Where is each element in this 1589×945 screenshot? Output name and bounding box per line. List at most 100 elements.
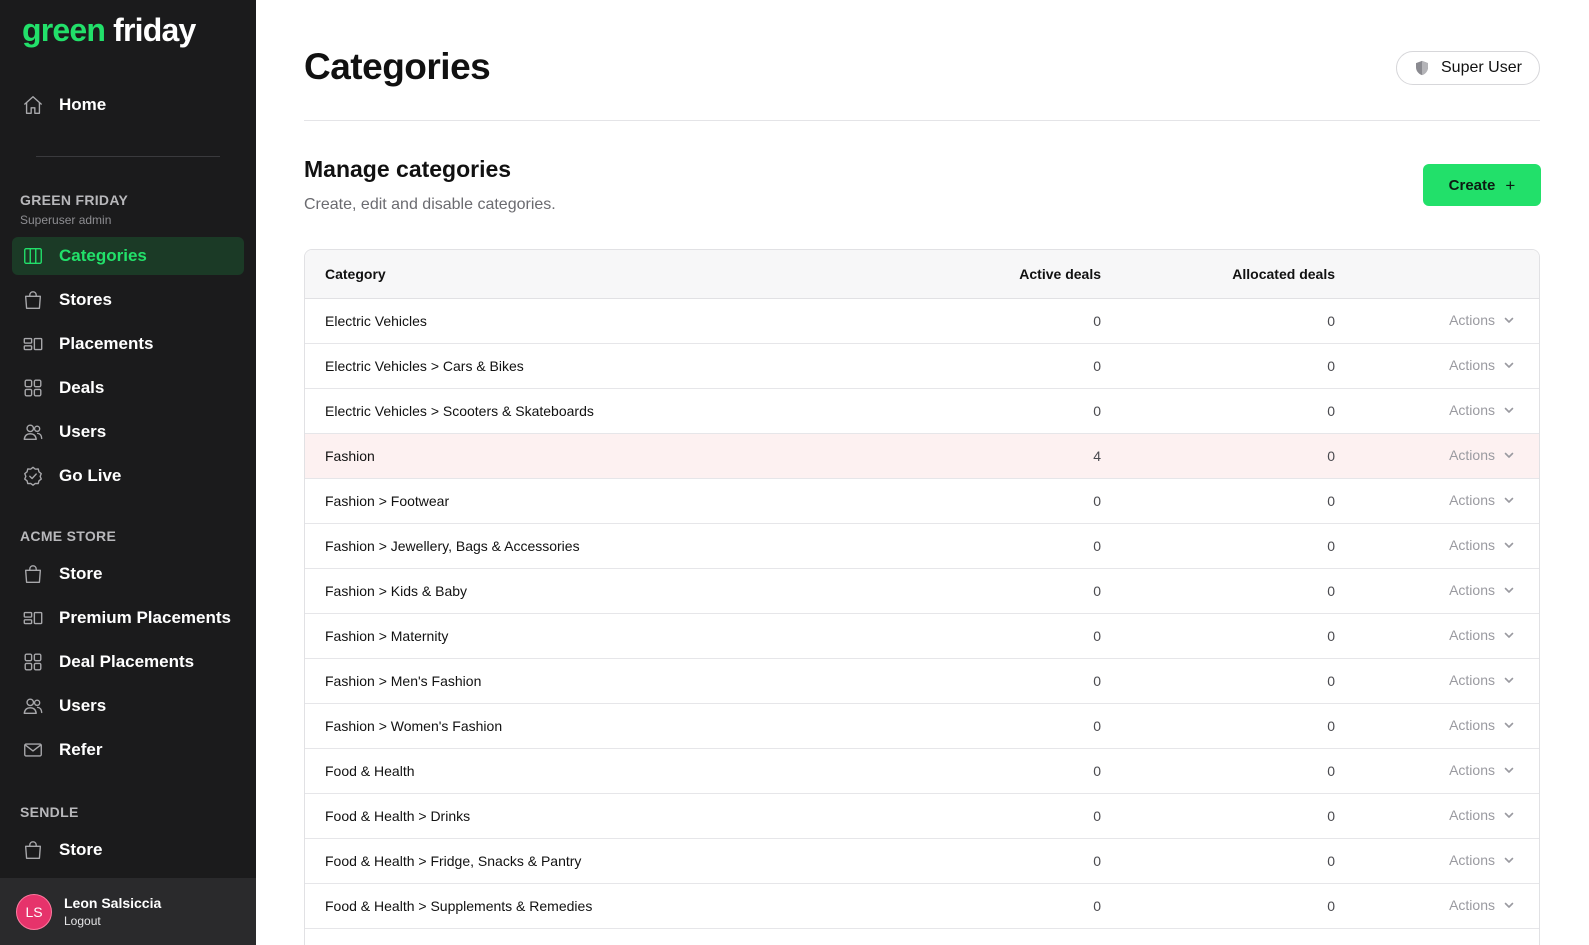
- table-row[interactable]: Food & Health > Fridge, Snacks & Pantry 0…: [305, 839, 1539, 884]
- actions-dropdown[interactable]: Actions: [1449, 357, 1515, 373]
- role-badge[interactable]: Super User: [1396, 51, 1540, 85]
- sidebar-item-label: Home: [59, 95, 107, 114]
- cell-allocated-deals: 0: [1327, 718, 1335, 734]
- cell-category: Electric Vehicles > Scooters & Skateboar…: [325, 403, 594, 419]
- sidebar-item-label: Deals: [59, 378, 105, 397]
- chevron-down-icon: [1504, 407, 1514, 413]
- sidebar-item-acme-store[interactable]: Store: [12, 555, 244, 593]
- chevron-down-icon: [1504, 587, 1514, 593]
- sidebar-item-label: Store: [59, 840, 103, 859]
- cell-category: Food & Health > Drinks: [325, 808, 471, 824]
- logout-link[interactable]: Logout: [64, 914, 101, 928]
- cell-allocated-deals: 0: [1327, 583, 1335, 599]
- check-badge-icon: [21, 464, 45, 488]
- sidebar-item-go-live[interactable]: Go Live: [12, 457, 244, 495]
- actions-label: Actions: [1449, 717, 1495, 733]
- cell-active-deals: 0: [1093, 853, 1101, 869]
- chevron-down-icon: [1504, 767, 1514, 773]
- sidebar-item-deals[interactable]: Deals: [12, 369, 244, 407]
- column-header-category[interactable]: Category: [325, 266, 386, 282]
- section-title-green-friday: GREEN FRIDAY: [20, 192, 129, 208]
- sidebar-item-label: Refer: [59, 740, 103, 759]
- actions-dropdown[interactable]: Actions: [1449, 897, 1515, 913]
- cell-category: Fashion > Footwear: [325, 493, 450, 509]
- actions-dropdown[interactable]: Actions: [1449, 672, 1515, 688]
- table-row[interactable]: Fashion > Footwear 0 0 Actions: [305, 479, 1539, 524]
- cell-category: Food & Health > Fridge, Snacks & Pantry: [325, 853, 582, 869]
- placements-icon: [21, 606, 45, 630]
- cell-allocated-deals: 0: [1327, 538, 1335, 554]
- sidebar-item-home[interactable]: Home: [12, 86, 244, 124]
- actions-label: Actions: [1449, 807, 1495, 823]
- actions-label: Actions: [1449, 672, 1495, 688]
- section-description: Create, edit and disable categories.: [304, 196, 556, 213]
- sidebar-item-placements[interactable]: Placements: [12, 325, 244, 363]
- categories-table: Category Active deals Allocated deals El…: [304, 249, 1540, 945]
- sidebar-item-premium-placements[interactable]: Premium Placements: [12, 599, 244, 637]
- sidebar-item-sendle-store[interactable]: Store: [12, 831, 244, 869]
- sidebar-item-label: Users: [59, 696, 107, 715]
- sidebar-item-stores[interactable]: Stores: [12, 281, 244, 319]
- table-row[interactable]: Food & Health > Drinks 0 0 Actions: [305, 794, 1539, 839]
- users-icon: [21, 420, 45, 444]
- chevron-down-icon: [1504, 632, 1514, 638]
- brand-logo-friday: friday: [113, 12, 196, 48]
- sidebar-item-label: Stores: [59, 290, 112, 309]
- header-divider: [304, 120, 1540, 121]
- table-row[interactable]: Fashion > Jewellery, Bags & Accessories 0…: [305, 524, 1539, 569]
- actions-dropdown[interactable]: Actions: [1449, 402, 1515, 418]
- table-row[interactable]: Fashion 4 0 Actions: [305, 434, 1539, 479]
- actions-label: Actions: [1449, 582, 1495, 598]
- cell-allocated-deals: 0: [1327, 673, 1335, 689]
- sidebar-item-acme-users[interactable]: Users: [12, 687, 244, 725]
- actions-dropdown[interactable]: Actions: [1449, 582, 1515, 598]
- table-row[interactable]: Fashion > Kids & Baby 0 0 Actions: [305, 569, 1539, 614]
- table-row[interactable]: Electric Vehicles > Cars & Bikes 0 0 Action…: [305, 344, 1539, 389]
- column-header-allocated-deals[interactable]: Allocated deals: [1232, 266, 1335, 282]
- table-row[interactable]: Fashion > Women's Fashion 0 0 Actions: [305, 704, 1539, 749]
- cell-category: Electric Vehicles: [325, 313, 427, 329]
- table-row[interactable]: Fashion > Men's Fashion 0 0 Actions: [305, 659, 1539, 704]
- cell-allocated-deals: 0: [1327, 448, 1335, 464]
- brand-logo[interactable]: green friday: [22, 12, 196, 49]
- column-header-active-deals[interactable]: Active deals: [1019, 266, 1101, 282]
- sidebar-item-deal-placements[interactable]: Deal Placements: [12, 643, 244, 681]
- table-row[interactable]: Electric Vehicles 0 0 Actions: [305, 299, 1539, 344]
- create-button-label: Create: [1448, 176, 1496, 194]
- table-row[interactable]: Food & Health 0 0 Actions: [305, 749, 1539, 794]
- sidebar-item-label: Categories: [59, 246, 147, 265]
- actions-dropdown[interactable]: Actions: [1449, 537, 1515, 553]
- table-row[interactable]: Food & Health > Supplements & Remedies 0 0…: [305, 884, 1539, 929]
- avatar[interactable]: LS: [16, 894, 52, 930]
- actions-dropdown[interactable]: Actions: [1449, 447, 1515, 463]
- section-title-acme-store: ACME STORE: [20, 528, 117, 544]
- cell-active-deals: 0: [1093, 808, 1101, 824]
- sidebar-item-refer[interactable]: Refer: [12, 731, 244, 769]
- table-row[interactable]: Electric Vehicles > Scooters & Skateboar…: [305, 389, 1539, 434]
- actions-label: Actions: [1449, 537, 1495, 553]
- actions-dropdown[interactable]: Actions: [1449, 852, 1515, 868]
- actions-label: Actions: [1449, 357, 1495, 373]
- sidebar-item-label: Premium Placements: [59, 608, 231, 627]
- actions-dropdown[interactable]: Actions: [1449, 807, 1515, 823]
- cell-allocated-deals: 0: [1327, 628, 1335, 644]
- actions-dropdown[interactable]: Actions: [1449, 717, 1515, 733]
- cell-allocated-deals: 0: [1327, 853, 1335, 869]
- chevron-down-icon: [1504, 677, 1514, 683]
- section-title-sendle: SENDLE: [20, 804, 79, 820]
- cell-active-deals: 4: [1093, 448, 1101, 464]
- actions-dropdown[interactable]: Actions: [1449, 627, 1515, 643]
- actions-label: Actions: [1449, 897, 1495, 913]
- actions-dropdown[interactable]: Actions: [1449, 312, 1515, 328]
- sidebar-item-users[interactable]: Users: [12, 413, 244, 451]
- cell-active-deals: 0: [1093, 763, 1101, 779]
- actions-label: Actions: [1449, 402, 1495, 418]
- actions-dropdown[interactable]: Actions: [1449, 492, 1515, 508]
- sidebar-item-categories[interactable]: Categories: [12, 237, 244, 275]
- section-subtitle-green-friday: Superuser admin: [20, 213, 112, 227]
- table-row[interactable]: Fashion > Maternity 0 0 Actions: [305, 614, 1539, 659]
- chevron-down-icon: [1504, 902, 1514, 908]
- actions-dropdown[interactable]: Actions: [1449, 762, 1515, 778]
- sidebar: green friday Home GREEN FRIDAY Superuser …: [0, 0, 256, 945]
- create-button[interactable]: Create +: [1423, 164, 1541, 206]
